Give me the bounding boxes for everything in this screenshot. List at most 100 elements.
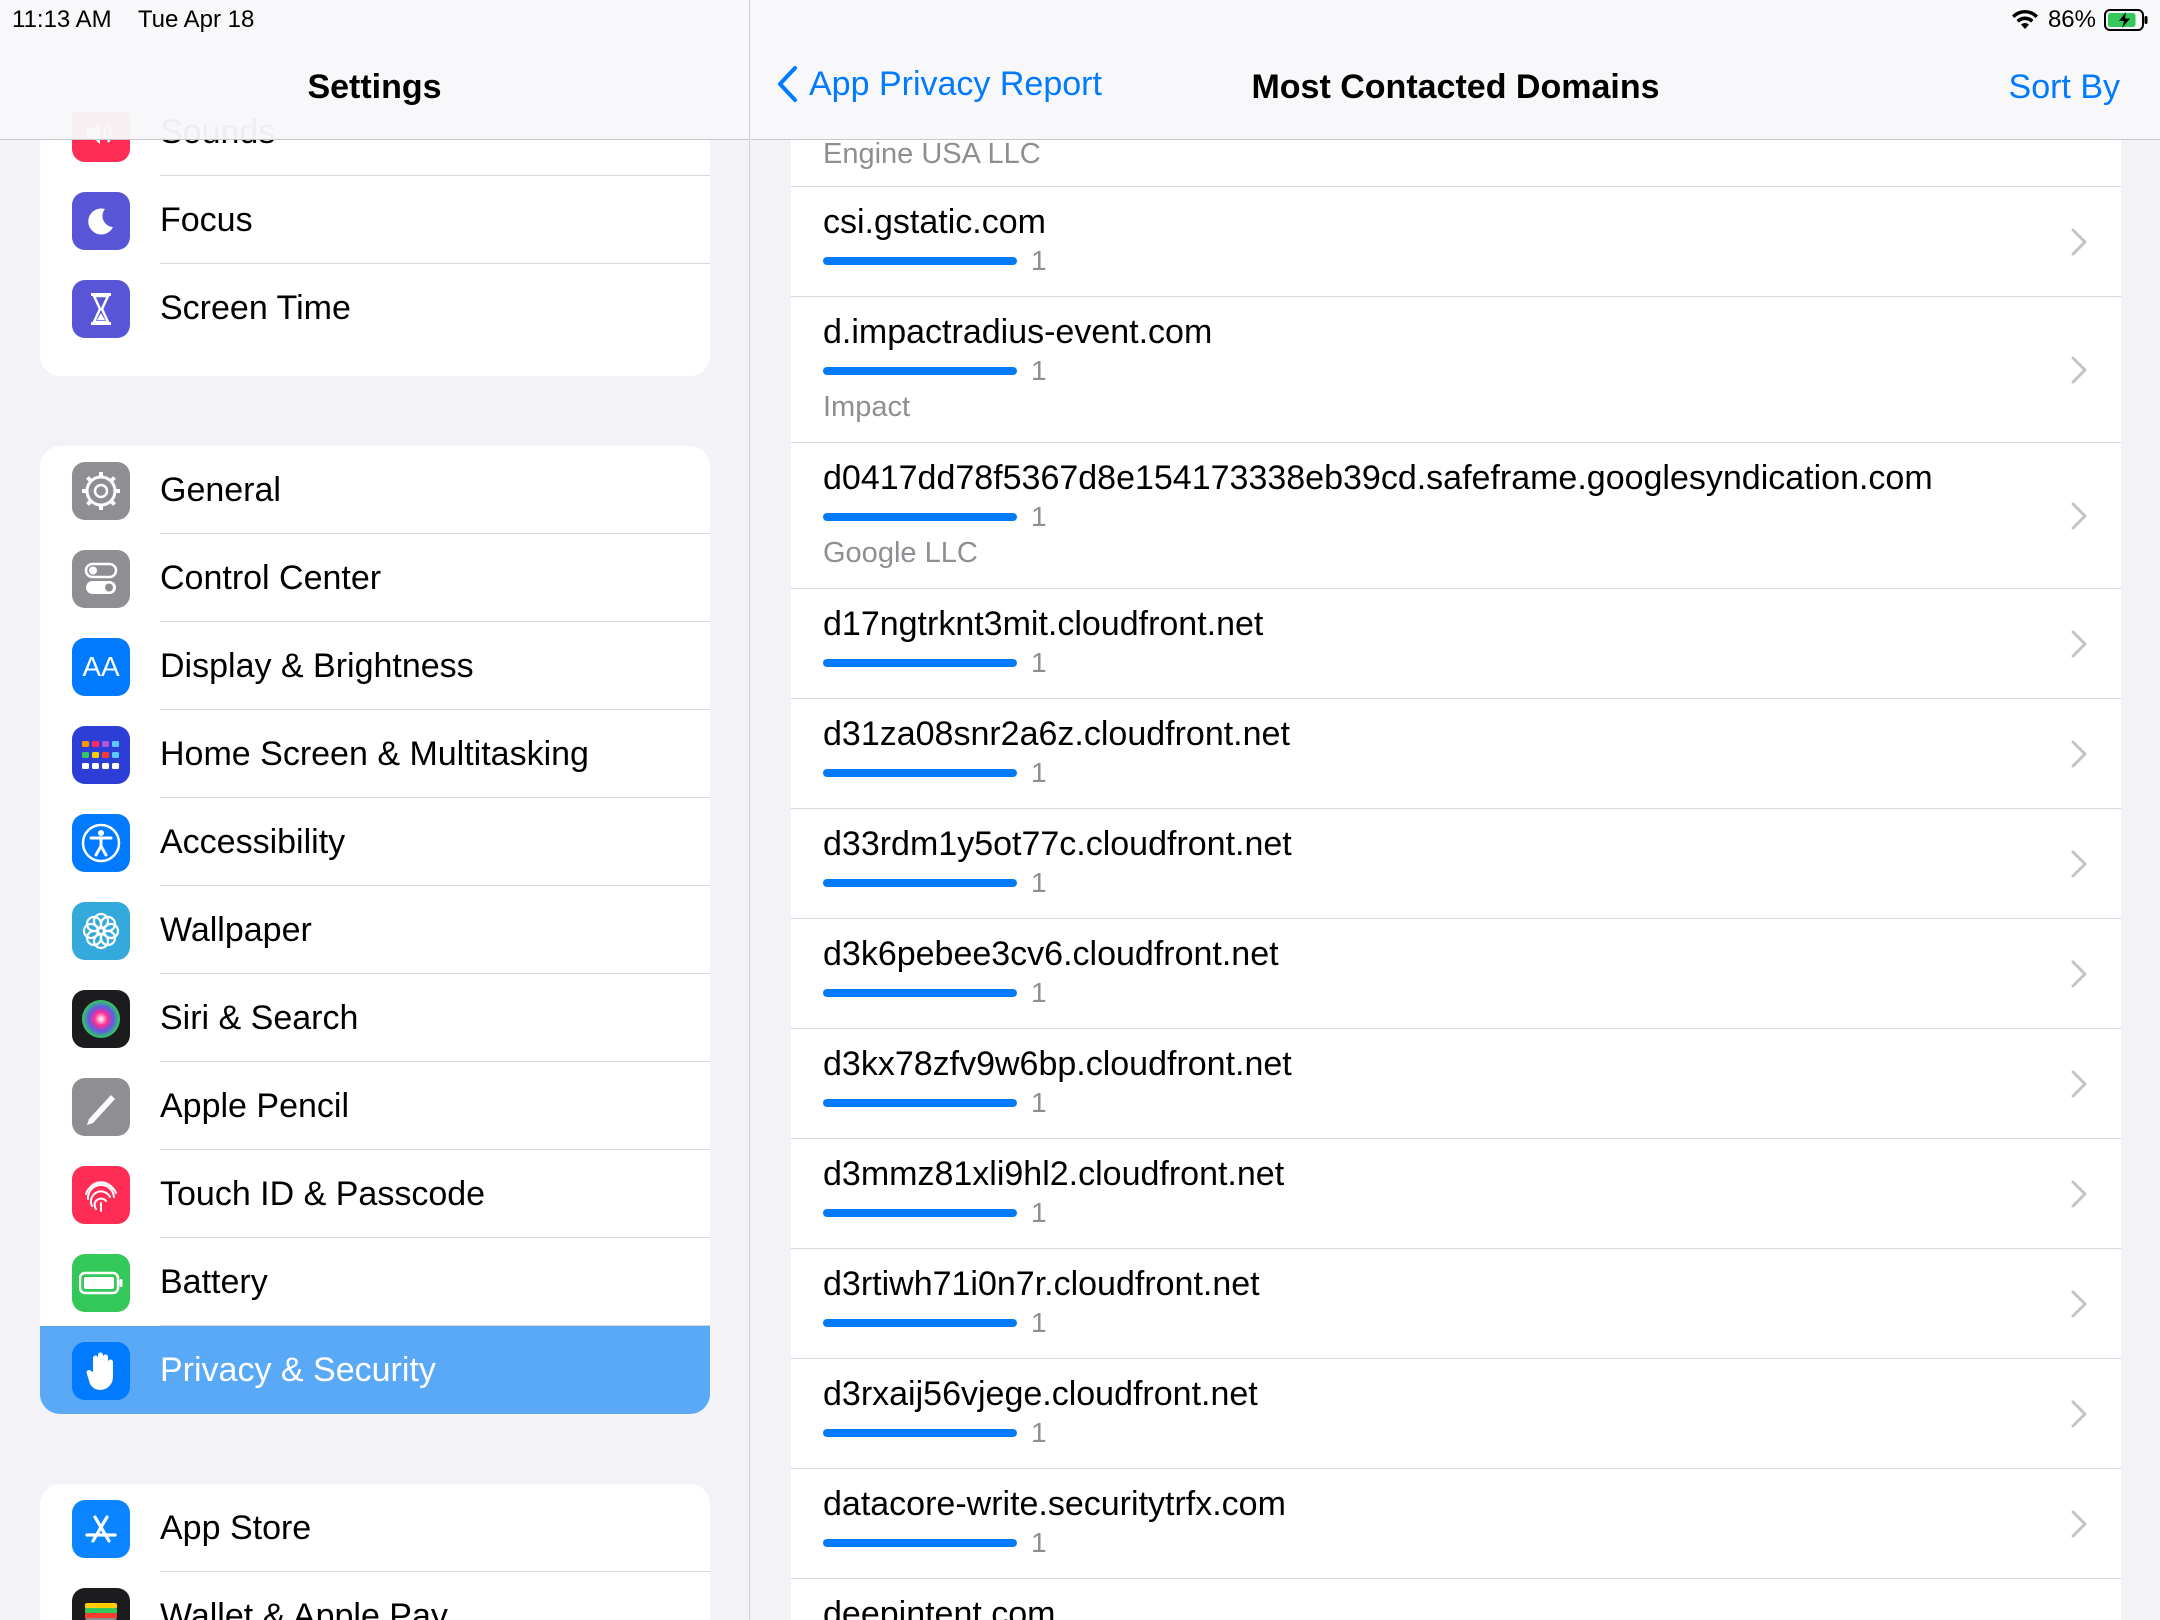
domain-list[interactable]: Engine USA LLC csi.gstatic.com 1 d.impactr… bbox=[791, 40, 2121, 1620]
wallet-icon bbox=[72, 1588, 130, 1620]
hourglass-icon bbox=[72, 280, 130, 338]
contact-count: 1 bbox=[1031, 1087, 1047, 1118]
sidebar-item-label: Wallet & Apple Pay bbox=[160, 1596, 448, 1620]
wifi-icon bbox=[2011, 9, 2038, 29]
back-button[interactable]: App Privacy Report bbox=[775, 64, 1102, 104]
sidebar-item-label: Wallpaper bbox=[160, 910, 312, 949]
domain-row[interactable]: d3mmz81xli9hl2.cloudfront.net 1 bbox=[791, 1139, 2121, 1249]
contact-count: 1 bbox=[1031, 501, 1047, 532]
domain-row[interactable]: d.impactradius-event.com 1 Impact bbox=[791, 297, 2121, 443]
chevron-right-icon bbox=[2069, 958, 2089, 990]
sidebar-item-apple-pencil[interactable]: Apple Pencil bbox=[40, 1062, 710, 1150]
chevron-right-icon bbox=[2069, 848, 2089, 880]
text-size-icon: AA bbox=[72, 638, 130, 696]
contact-count: 1 bbox=[1031, 1417, 1047, 1448]
domain-row[interactable]: csi.gstatic.com 1 bbox=[791, 187, 2121, 297]
contact-count-bar bbox=[823, 1209, 1017, 1217]
sidebar-item-display-brightness[interactable]: AA Display & Brightness bbox=[40, 622, 710, 710]
sidebar-item-touch-id[interactable]: Touch ID & Passcode bbox=[40, 1150, 710, 1238]
contact-count-bar bbox=[823, 989, 1017, 997]
contact-count-bar bbox=[823, 659, 1017, 667]
fingerprint-icon bbox=[72, 1166, 130, 1224]
domain-row[interactable]: datacore-write.securitytrfx.com 1 bbox=[791, 1469, 2121, 1579]
chevron-right-icon bbox=[2069, 1508, 2089, 1540]
contact-count: 1 bbox=[1031, 1527, 1047, 1558]
domain-row[interactable]: d3kx78zfv9w6bp.cloudfront.net 1 bbox=[791, 1029, 2121, 1139]
status-date: Tue Apr 18 bbox=[137, 6, 255, 33]
domain-row[interactable]: d3rtiwh71i0n7r.cloudfront.net 1 bbox=[791, 1249, 2121, 1359]
sidebar-item-battery[interactable]: Battery bbox=[40, 1238, 710, 1326]
sidebar-item-label: Focus bbox=[160, 200, 253, 239]
sidebar-item-accessibility[interactable]: Accessibility bbox=[40, 798, 710, 886]
domain-name: d31za08snr2a6z.cloudfront.net bbox=[823, 715, 1290, 753]
sidebar-item-label: App Store bbox=[160, 1508, 312, 1547]
sidebar-item-focus[interactable]: Focus bbox=[40, 176, 710, 264]
sidebar-title: Settings bbox=[307, 68, 442, 106]
domain-row[interactable]: d0417dd78f5367d8e154173338eb39cd.safefra… bbox=[791, 443, 2121, 589]
domain-name: d3rtiwh71i0n7r.cloudfront.net bbox=[823, 1265, 1260, 1303]
contact-count: 1 bbox=[1031, 355, 1047, 386]
moon-icon bbox=[72, 192, 130, 250]
domain-name: deepintent.com bbox=[823, 1595, 1056, 1620]
sidebar-item-label: Accessibility bbox=[160, 822, 346, 861]
domain-row[interactable]: deepintent.com bbox=[791, 1579, 2121, 1620]
siri-icon bbox=[72, 990, 130, 1048]
domain-name: d3k6pebee3cv6.cloudfront.net bbox=[823, 935, 1279, 973]
domain-name: d33rdm1y5ot77c.cloudfront.net bbox=[823, 825, 1292, 863]
chevron-right-icon bbox=[2069, 1068, 2089, 1100]
app-grid-icon bbox=[72, 726, 130, 784]
sidebar-item-label: Touch ID & Passcode bbox=[160, 1174, 486, 1213]
sidebar-item-home-screen[interactable]: Home Screen & Multitasking bbox=[40, 710, 710, 798]
sidebar-item-label: General bbox=[160, 470, 281, 509]
sidebar-item-privacy-security[interactable]: Privacy & Security bbox=[40, 1326, 710, 1414]
back-button-label: App Privacy Report bbox=[809, 64, 1102, 103]
detail-pane: Engine USA LLC csi.gstatic.com 1 d.impactr… bbox=[751, 0, 2160, 1620]
domain-name: d.impactradius-event.com bbox=[823, 313, 1213, 351]
battery-percent: 86% bbox=[2047, 6, 2096, 33]
domain-row[interactable]: d31za08snr2a6z.cloudfront.net 1 bbox=[791, 699, 2121, 809]
sort-by-button[interactable]: Sort By bbox=[2009, 68, 2120, 107]
domain-row[interactable]: d33rdm1y5ot77c.cloudfront.net 1 bbox=[791, 809, 2121, 919]
contact-count-bar bbox=[823, 1099, 1017, 1107]
domain-row[interactable]: d17ngtrknt3mit.cloudfront.net 1 bbox=[791, 589, 2121, 699]
domain-row[interactable]: d3rxaij56vjege.cloudfront.net 1 bbox=[791, 1359, 2121, 1469]
contact-count: 1 bbox=[1031, 867, 1047, 898]
domain-row[interactable]: d3k6pebee3cv6.cloudfront.net 1 bbox=[791, 919, 2121, 1029]
gear-icon bbox=[72, 462, 130, 520]
sidebar-item-label: Control Center bbox=[160, 558, 382, 597]
battery-icon bbox=[72, 1254, 130, 1312]
pencil-icon bbox=[72, 1078, 130, 1136]
sidebar-scroll[interactable]: Sounds Focus Screen Time bbox=[0, 0, 749, 1620]
sidebar-item-label: Battery bbox=[160, 1262, 268, 1301]
sidebar-item-app-store[interactable]: App Store bbox=[40, 1484, 710, 1572]
sidebar-item-label: Privacy & Security bbox=[160, 1350, 436, 1389]
domain-name: csi.gstatic.com bbox=[823, 203, 1046, 241]
contact-count: 1 bbox=[1031, 1307, 1047, 1338]
sidebar-item-label: Apple Pencil bbox=[160, 1086, 350, 1125]
domain-name: d17ngtrknt3mit.cloudfront.net bbox=[823, 605, 1264, 643]
domain-owner: Impact bbox=[823, 391, 911, 423]
sidebar-item-label: Siri & Search bbox=[160, 998, 359, 1037]
sidebar-item-general[interactable]: General bbox=[40, 446, 710, 534]
sidebar-item-wallpaper[interactable]: Wallpaper bbox=[40, 886, 710, 974]
contact-count: 1 bbox=[1031, 757, 1047, 788]
domain-owner: Google LLC bbox=[823, 537, 978, 569]
chevron-right-icon bbox=[2069, 628, 2089, 660]
chevron-right-icon bbox=[2069, 354, 2089, 386]
chevron-right-icon bbox=[2069, 738, 2089, 770]
sidebar-group-2: General Control Center AA Display & Brig… bbox=[40, 446, 710, 1414]
sidebar-group-1: Sounds Focus Screen Time bbox=[40, 112, 710, 376]
contact-count-bar bbox=[823, 769, 1017, 777]
contact-count-bar bbox=[823, 1539, 1017, 1547]
status-bar: 11:13 AM Tue Apr 18 86% bbox=[0, 0, 2160, 40]
domain-name: datacore-write.securitytrfx.com bbox=[823, 1485, 1286, 1523]
settings-sidebar: Sounds Focus Screen Time bbox=[0, 0, 750, 1620]
contact-count-bar bbox=[823, 879, 1017, 887]
status-time: 11:13 AM bbox=[12, 6, 112, 33]
sidebar-item-control-center[interactable]: Control Center bbox=[40, 534, 710, 622]
sidebar-item-wallet[interactable]: Wallet & Apple Pay bbox=[40, 1572, 710, 1620]
sidebar-item-siri-search[interactable]: Siri & Search bbox=[40, 974, 710, 1062]
chevron-left-icon bbox=[778, 66, 797, 102]
chevron-right-icon bbox=[2069, 226, 2089, 258]
sidebar-item-screen-time[interactable]: Screen Time bbox=[40, 264, 710, 352]
